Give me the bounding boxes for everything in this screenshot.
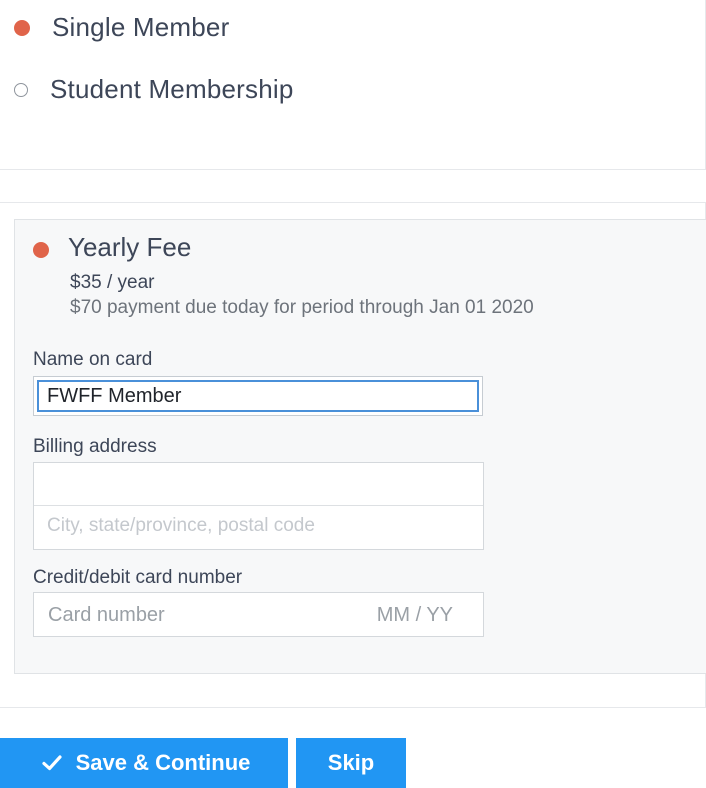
card-expiry-input[interactable]: MM / YY <box>377 604 453 627</box>
radio-unselected-icon[interactable] <box>14 82 28 97</box>
name-on-card-field[interactable]: FWFF Member <box>33 376 483 416</box>
billing-city-input[interactable]: City, state/province, postal code <box>47 515 315 537</box>
fee-payment-note: $70 payment due today for period through… <box>70 297 534 318</box>
option-label: Single Member <box>52 12 230 42</box>
fee-radio-selected-icon[interactable] <box>33 242 49 258</box>
card-number-field[interactable]: Card number MM / YY <box>33 592 484 637</box>
billing-address-label: Billing address <box>33 436 157 457</box>
save-and-continue-button[interactable]: Save & Continue <box>0 738 288 788</box>
name-on-card-input[interactable]: FWFF Member <box>37 380 479 412</box>
save-button-label: Save & Continue <box>75 750 251 775</box>
billing-street-input[interactable] <box>34 463 483 506</box>
option-student-membership[interactable]: Student Membership <box>14 74 294 105</box>
billing-address-field: City, state/province, postal code <box>33 462 484 550</box>
skip-button[interactable]: Skip <box>296 738 406 788</box>
skip-button-label: Skip <box>327 750 375 775</box>
membership-signup-page: Single Member Student Membership Yearly … <box>0 0 706 788</box>
fee-title: Yearly Fee <box>68 232 192 262</box>
option-label: Student Membership <box>50 74 294 104</box>
option-single-member[interactable]: Single Member <box>14 12 229 43</box>
checkmark-icon <box>41 755 62 771</box>
card-number-input[interactable]: Card number <box>48 604 165 627</box>
fee-price: $35 / year <box>70 272 155 293</box>
name-on-card-label: Name on card <box>33 349 153 370</box>
card-number-label: Credit/debit card number <box>33 567 243 588</box>
radio-selected-icon[interactable] <box>14 19 30 36</box>
